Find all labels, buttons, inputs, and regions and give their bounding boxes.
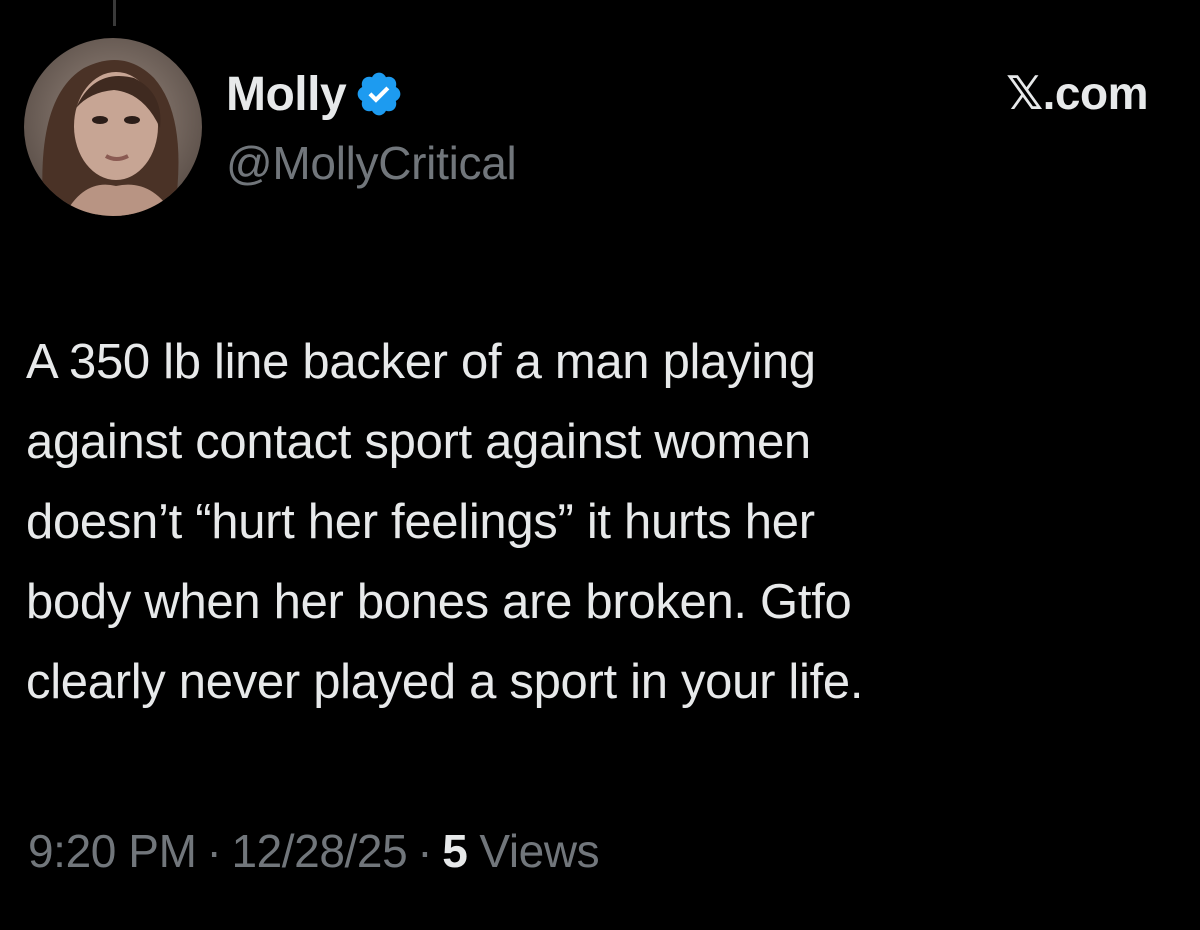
avatar[interactable] [24, 38, 202, 216]
author-handle[interactable]: @MollyCritical [226, 136, 517, 190]
verified-badge-icon [357, 72, 401, 116]
x-com-watermark: 𝕏.com [1006, 67, 1148, 119]
tweet-time[interactable]: 9:20 PM [28, 824, 197, 878]
avatar-image [24, 38, 202, 216]
author-display-name[interactable]: Molly [226, 67, 347, 122]
tweet-text: A 350 lb line backer of a man playing ag… [26, 335, 864, 709]
views-label: Views [479, 825, 600, 877]
tweet-date[interactable]: 12/28/25 [231, 824, 407, 878]
author-name-row[interactable]: Molly [226, 62, 404, 126]
thread-connector-line [113, 0, 116, 26]
meta-separator: · [206, 825, 222, 877]
meta-separator: · [417, 825, 433, 877]
tweet-meta: 9:20 PM · 12/28/25 · 5 Views [28, 824, 600, 878]
views-count: 5 [442, 825, 468, 877]
